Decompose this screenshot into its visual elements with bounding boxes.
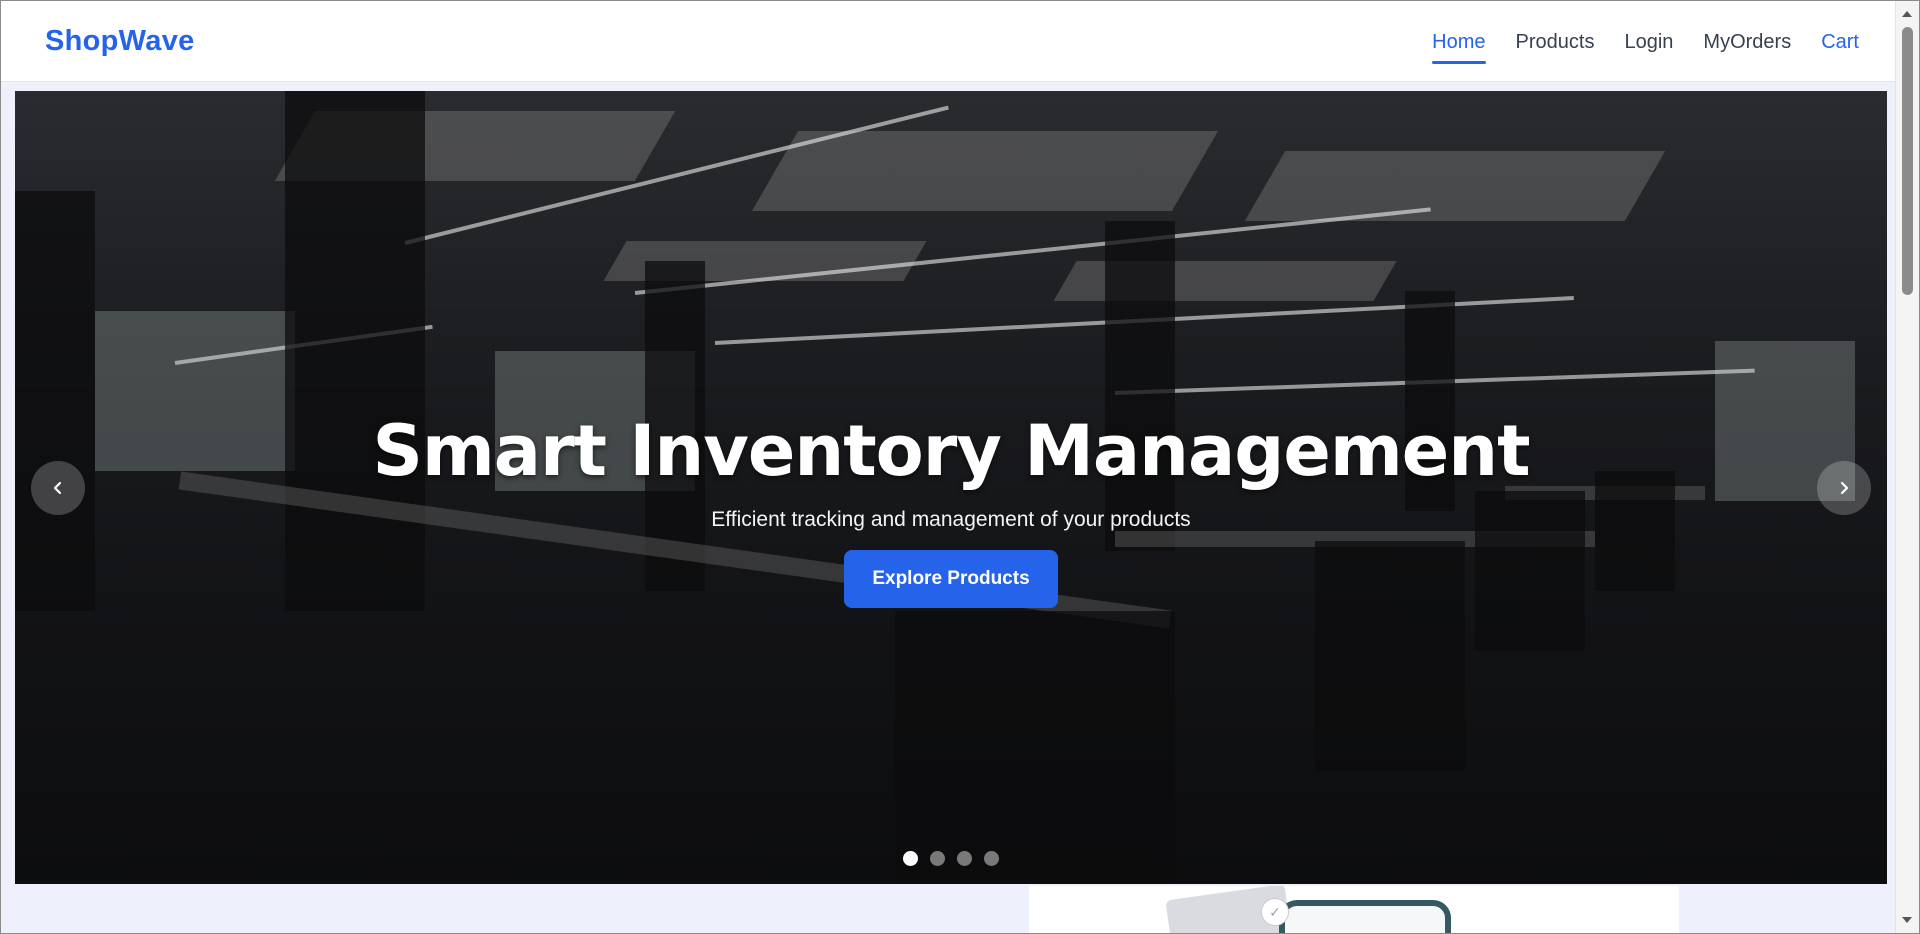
explore-products-button[interactable]: Explore Products xyxy=(844,550,1058,608)
hero-subtitle: Efficient tracking and management of you… xyxy=(711,508,1191,531)
carousel-dot-3[interactable] xyxy=(957,851,972,866)
nav-link-myorders[interactable]: MyOrders xyxy=(1703,31,1791,60)
nav-links: Home Products Login MyOrders Cart xyxy=(1432,31,1859,64)
phone-illustration xyxy=(1279,900,1451,933)
vertical-scrollbar[interactable] xyxy=(1895,1,1919,933)
scroll-up-icon[interactable] xyxy=(1902,11,1912,17)
scroll-thumb[interactable] xyxy=(1902,27,1913,295)
scroll-down-icon[interactable] xyxy=(1902,917,1912,923)
hero-content: Smart Inventory Management Efficient tra… xyxy=(15,413,1887,608)
carousel-dot-1[interactable] xyxy=(903,851,918,866)
nav-link-login[interactable]: Login xyxy=(1624,31,1673,60)
carousel-dot-2[interactable] xyxy=(930,851,945,866)
chevron-right-icon xyxy=(1840,481,1849,495)
carousel-next-button[interactable] xyxy=(1817,461,1871,515)
check-icon: ✓ xyxy=(1261,898,1289,926)
brand-logo[interactable]: ShopWave xyxy=(45,25,195,58)
browser-window: ShopWave Home Products Login MyOrders Ca… xyxy=(0,0,1920,934)
feature-preview-image: ✓ xyxy=(1029,886,1679,933)
carousel-prev-button[interactable] xyxy=(31,461,85,515)
navbar: ShopWave Home Products Login MyOrders Ca… xyxy=(1,1,1895,82)
nav-link-cart[interactable]: Cart xyxy=(1821,31,1859,60)
nav-link-products[interactable]: Products xyxy=(1516,31,1595,60)
hero-carousel: Smart Inventory Management Efficient tra… xyxy=(15,91,1887,884)
carousel-dot-4[interactable] xyxy=(984,851,999,866)
nav-link-home[interactable]: Home xyxy=(1432,31,1486,64)
chevron-left-icon xyxy=(53,481,62,495)
carousel-indicators xyxy=(15,851,1887,866)
hero-title: Smart Inventory Management xyxy=(372,410,1530,492)
